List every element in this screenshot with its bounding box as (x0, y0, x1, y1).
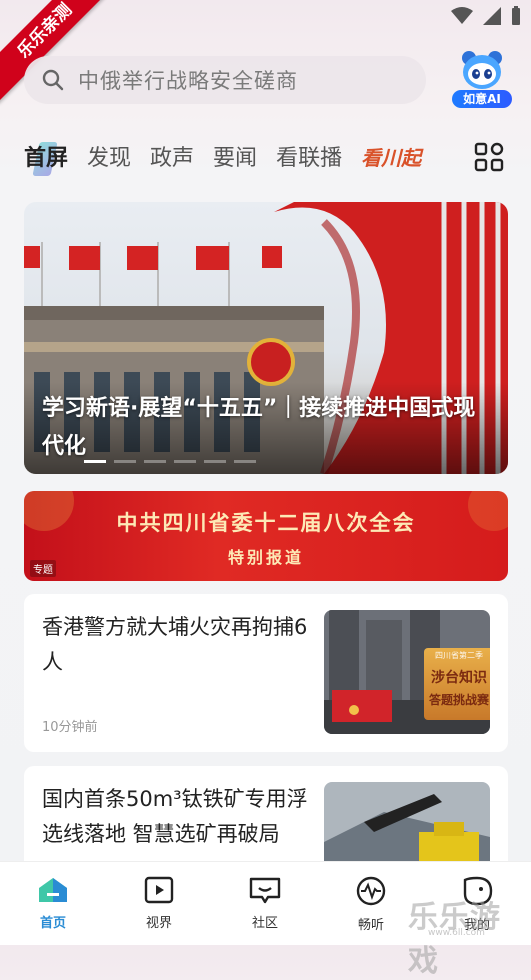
search-placeholder: 中俄举行战略安全磋商 (78, 69, 298, 93)
news-title: 国内首条50m³钛铁矿专用浮选线落地 智慧选矿再破局 (42, 787, 308, 846)
quiz-overlay-small: 四川省第二季 (435, 651, 483, 660)
special-report-banner[interactable]: 中共四川省委十二届八次全会 特别报道 专题 (24, 491, 508, 581)
carousel-dot (84, 460, 106, 463)
carousel-dot (204, 460, 226, 463)
news-card[interactable]: 香港警方就大埔火灾再拘捕6人 10分钟前 四川省第二季 涉台知识 答题挑战赛 (24, 594, 508, 752)
panda-robot-icon (462, 51, 502, 89)
banner-title: 中共四川省委十二届八次全会 (116, 510, 416, 535)
audio-wave-icon (356, 876, 386, 906)
tab-news-broadcast[interactable]: 看联播 (276, 140, 342, 172)
carousel-dot (114, 460, 136, 463)
quiz-overlay[interactable]: 四川省第二季 涉台知识 答题挑战赛 (424, 648, 490, 720)
channel-grid-icon[interactable] (474, 142, 504, 172)
carousel-dot (144, 460, 166, 463)
tab-headlines[interactable]: 要闻 (213, 140, 257, 172)
news-thumbnail: 四川省第二季 涉台知识 答题挑战赛 (324, 610, 490, 734)
signal-icon (483, 7, 501, 25)
tab-sichuan-rise[interactable]: 看川起 (361, 142, 421, 171)
ai-assistant-button[interactable]: 如意AI (450, 48, 514, 110)
carousel-dot (174, 460, 196, 463)
quiz-overlay-line2: 答题挑战赛 (428, 693, 489, 707)
banner-tag: 专题 (30, 560, 56, 577)
battery-icon (512, 6, 520, 25)
status-icons (451, 6, 521, 26)
carousel-dot (234, 460, 256, 463)
hero-caption: 学习新语·展望“十五五”｜接续推进中国式现代化 (42, 396, 476, 459)
nav-community-label: 社区 (251, 916, 278, 931)
wifi-icon (451, 7, 473, 24)
play-icon (144, 876, 174, 904)
nav-home[interactable]: 首页 (18, 876, 88, 931)
quiz-overlay-line1: 涉台知识 (431, 670, 487, 686)
hero-carousel[interactable]: 学习新语·展望“十五五”｜接续推进中国式现代化 (24, 202, 508, 474)
nav-community[interactable]: 社区 (230, 876, 300, 931)
ai-label: 如意AI (452, 90, 512, 108)
tab-politics[interactable]: 政声 (150, 140, 194, 172)
chat-icon (249, 877, 281, 904)
search-icon (42, 69, 64, 91)
news-title: 香港警方就大埔火灾再拘捕6人 (42, 615, 308, 674)
tab-home[interactable]: 首屏 (24, 140, 68, 172)
news-card[interactable]: 国内首条50m³钛铁矿专用浮选线落地 智慧选矿再破局 (24, 766, 508, 876)
home-icon (39, 878, 67, 902)
nav-listen[interactable]: 畅听 (336, 876, 406, 933)
nav-vision-label: 视界 (145, 916, 172, 931)
nav-vision[interactable]: 视界 (124, 876, 194, 931)
search-bar[interactable]: 中俄举行战略安全磋商 (24, 56, 426, 104)
news-time: 10分钟前 (42, 720, 98, 735)
nav-listen-label: 畅听 (357, 918, 384, 933)
nav-home-label: 首页 (39, 916, 66, 931)
channel-tabs: 首屏 发现 政声 要闻 看联播 看川起 (24, 136, 440, 176)
tab-discover[interactable]: 发现 (87, 140, 131, 172)
banner-subtitle: 特别报道 (227, 548, 304, 567)
carousel-indicator (84, 460, 256, 463)
watermark-url: www.6ll.com (428, 928, 485, 938)
